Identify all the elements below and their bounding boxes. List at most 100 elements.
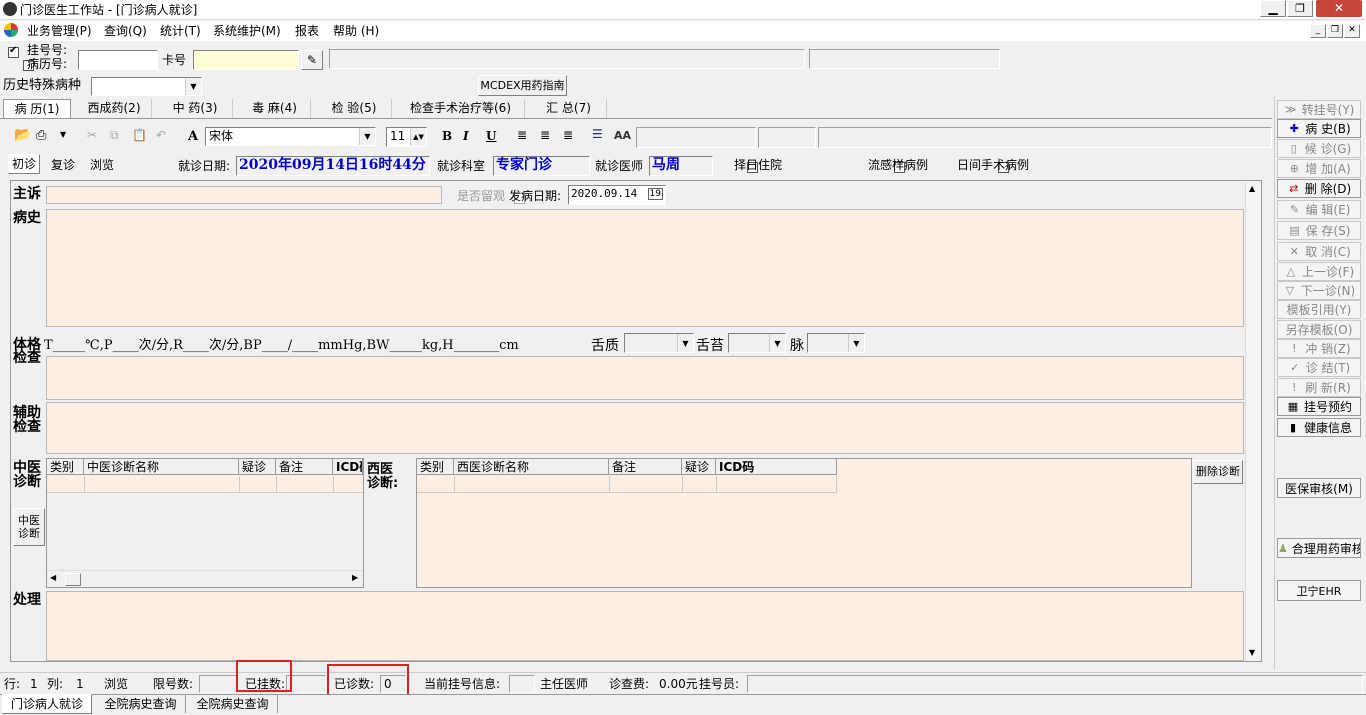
font-size-select[interactable]: 11 ▲▼: [386, 127, 427, 147]
status-registrar-box: [747, 675, 1363, 693]
font-color-icon[interactable]: AA: [614, 129, 631, 142]
rational-drug-button[interactable]: ♟ 合理用药审核: [1277, 538, 1361, 558]
bullet-list-icon[interactable]: ☰: [592, 127, 603, 141]
browse-button[interactable]: 浏览: [86, 156, 118, 173]
sidebar-button-12[interactable]: ! 冲 销(Z): [1277, 339, 1361, 358]
west-col-icd: ICD码: [716, 459, 837, 475]
align-right-icon[interactable]: ≣: [563, 128, 573, 142]
first-visit-button[interactable]: 初诊: [8, 154, 40, 174]
sidebar-button-10[interactable]: 模板引用(Y): [1277, 300, 1361, 319]
menu-help[interactable]: 帮助 (H): [333, 23, 379, 39]
close-button[interactable]: ✕: [1316, 0, 1362, 17]
card-input[interactable]: [193, 50, 299, 70]
delete-diagnosis-button[interactable]: 删除诊断: [1193, 460, 1243, 484]
minimize-button[interactable]: ▁: [1260, 0, 1286, 17]
font-select[interactable]: 宋体 ▼: [205, 127, 376, 146]
sidebar-button-14[interactable]: ! 刷 新(R): [1277, 378, 1361, 397]
pulse-select[interactable]: ▼: [807, 333, 865, 353]
tab-lab[interactable]: 检 验(5): [317, 99, 392, 118]
revisit-button[interactable]: 复诊: [47, 156, 79, 173]
sidebar-button-8[interactable]: △ 上一诊(F): [1277, 262, 1361, 281]
history-input[interactable]: [46, 209, 1244, 327]
sidebar-button-4[interactable]: ⇄ 删 除(D): [1277, 179, 1361, 198]
ehr-button[interactable]: 卫宁EHR: [1277, 580, 1361, 601]
tab-narcotic[interactable]: 毒 麻(4): [239, 99, 311, 118]
mcdex-button[interactable]: MCDEX用药指南: [478, 75, 567, 96]
history-select[interactable]: ▼: [91, 77, 202, 96]
sidebar-button-3[interactable]: ⊕ 增 加(A): [1277, 159, 1361, 178]
align-center-icon[interactable]: ≣: [540, 128, 550, 142]
scroll-down-icon[interactable]: ▼: [1249, 648, 1255, 657]
sidebar-button-16[interactable]: ▮ 健康信息: [1277, 418, 1361, 437]
chief-input[interactable]: [46, 186, 442, 204]
coating-select[interactable]: ▼: [728, 333, 786, 353]
insurance-audit-button[interactable]: 医保审核(M): [1277, 478, 1361, 498]
sidebar-button-13[interactable]: ✓ 诊 结(T): [1277, 358, 1361, 377]
bold-button[interactable]: B: [442, 129, 452, 143]
mdi-close-button[interactable]: ✕: [1344, 24, 1360, 38]
bottom-tab-history-1[interactable]: 全院病史查询: [96, 695, 186, 713]
tcm-hscrollbar[interactable]: ◀ ▶: [47, 570, 363, 587]
menu-business[interactable]: 业务管理(P): [27, 23, 92, 39]
open-icon[interactable]: 📂: [14, 127, 31, 143]
spin-icon[interactable]: ▲▼: [410, 128, 426, 146]
italic-button[interactable]: I: [463, 129, 469, 143]
exam-input[interactable]: [46, 356, 1244, 400]
menu-stats[interactable]: 统计(T): [160, 23, 201, 39]
sidebar-button-7[interactable]: ✕ 取 消(C): [1277, 242, 1361, 261]
sidebar-button-11[interactable]: 另存模板(O): [1277, 320, 1361, 339]
mdi-restore-button[interactable]: ❐: [1327, 24, 1343, 38]
scroll-up-icon[interactable]: ▲: [1249, 184, 1255, 193]
maximize-button[interactable]: ❐: [1287, 0, 1313, 17]
calendar-icon[interactable]: 19: [647, 188, 663, 200]
record-scrollbar[interactable]: ▲ ▼: [1245, 182, 1261, 661]
sidebar-button-0[interactable]: ≫ 转挂号(Y): [1277, 100, 1361, 119]
mdi-minimize-button[interactable]: _: [1310, 24, 1326, 38]
sidebar-button-1[interactable]: ✚ 病 史(B): [1277, 119, 1361, 138]
underline-button[interactable]: U: [486, 129, 496, 143]
tcm-grid-header: 类别 中医诊断名称 疑诊 备注 ICD码: [47, 459, 363, 475]
print-icon[interactable]: ⎙: [36, 128, 46, 143]
bottom-tab-history-2[interactable]: 全院病史查询: [188, 695, 278, 713]
scroll-left-icon[interactable]: ◀: [50, 573, 56, 582]
scroll-right-icon[interactable]: ▶: [352, 573, 358, 582]
scroll-thumb[interactable]: [65, 573, 81, 586]
bottom-tab-visit[interactable]: 门诊病人就诊: [2, 694, 92, 714]
tab-western-med[interactable]: 西成药(2): [77, 99, 152, 118]
tab-chinese-med[interactable]: 中 药(3): [158, 99, 233, 118]
align-left-icon[interactable]: ≣: [517, 128, 527, 142]
tab-record[interactable]: 病 历(1): [3, 99, 71, 118]
vitals-text[interactable]: T_____℃,P____次/分,R____次/分,BP____/____mmH…: [44, 338, 519, 354]
dropdown-icon[interactable]: ▼: [60, 130, 66, 139]
tab-exam-surgery[interactable]: 检查手术治疗等(6): [397, 99, 525, 118]
sidebar-button-2[interactable]: ▯ 候 诊(G): [1277, 139, 1361, 158]
sidebar-button-15[interactable]: ▦ 挂号预约: [1277, 397, 1361, 416]
sidebar-button-5[interactable]: ✎ 编 辑(E): [1277, 200, 1361, 219]
menu-report[interactable]: 报表: [295, 23, 319, 39]
patient-info-box-2: [809, 49, 1000, 69]
card-read-button[interactable]: ✎: [301, 50, 323, 70]
tongue-select[interactable]: ▼: [624, 333, 694, 353]
cut-icon[interactable]: ✂: [87, 128, 97, 142]
west-grid[interactable]: 类别 西医诊断名称 备注 疑诊 ICD码: [416, 458, 1192, 588]
tab-summary[interactable]: 汇 总(7): [531, 99, 607, 118]
tcm-grid[interactable]: 类别 中医诊断名称 疑诊 备注 ICD码 ◀ ▶: [46, 458, 364, 588]
west-grid-row[interactable]: [417, 476, 837, 493]
patient-no-input[interactable]: [78, 50, 158, 70]
chevron-down-icon: ▼: [677, 334, 693, 352]
sidebar-button-label: 病 史(B): [1305, 122, 1351, 136]
status-row-label: 行:: [4, 677, 21, 691]
menu-maintenance[interactable]: 系统维护(M): [213, 23, 281, 39]
undo-icon[interactable]: ↶: [156, 128, 166, 142]
tcm-diagnosis-button[interactable]: 中医 诊断: [13, 508, 45, 546]
menu-query[interactable]: 查询(Q): [104, 23, 147, 39]
aux-input[interactable]: [46, 402, 1244, 454]
sidebar-button-9[interactable]: ▽ 下一诊(N): [1277, 281, 1361, 300]
sidebar-button-6[interactable]: ▤ 保 存(S): [1277, 221, 1361, 240]
reg-no-checkbox[interactable]: [8, 45, 19, 58]
paste-icon[interactable]: 📋: [132, 128, 147, 142]
copy-icon[interactable]: ⧉: [110, 128, 119, 143]
treat-input[interactable]: [46, 591, 1244, 661]
onset-date-input[interactable]: 2020.09.14 19: [568, 185, 666, 205]
tcm-grid-row[interactable]: [47, 476, 363, 493]
